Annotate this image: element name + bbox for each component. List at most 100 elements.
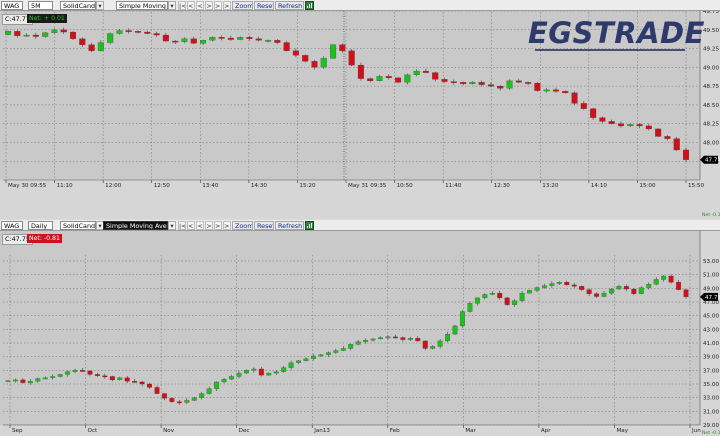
chevron-down-icon[interactable]: ▾ [168, 221, 176, 230]
candle-body [682, 149, 690, 160]
candle-body [392, 336, 398, 339]
symbol-field[interactable]: WAG [1, 221, 23, 230]
nav-back-button[interactable]: < [196, 221, 204, 230]
zoom-button[interactable]: Zoom [232, 221, 253, 230]
candle-body [23, 34, 30, 37]
candle-body [497, 85, 504, 89]
candle-body [452, 325, 458, 335]
candle-body [132, 381, 138, 383]
nav-last-button[interactable]: >| [223, 221, 231, 230]
nav-first-button[interactable]: |< [178, 1, 186, 10]
chart-type-select[interactable]: SolidCandle [60, 1, 96, 10]
nav-back-fast-button[interactable]: << [187, 1, 195, 10]
candle-body [311, 355, 316, 359]
candle-body [676, 282, 681, 290]
reset-button[interactable]: Reset [254, 221, 274, 230]
x-tick-label: 11:10 [57, 183, 74, 189]
candle-body [415, 338, 421, 342]
x-tick-label: Jun [691, 428, 701, 434]
y-tick-label: 49.75 [703, 11, 719, 15]
candle-body [288, 362, 294, 368]
nav-forward-fast-button[interactable]: >> [214, 1, 222, 10]
x-tick-label: 15:00 [639, 183, 656, 189]
candle-body [14, 31, 21, 36]
y-tick-label: 53.00 [703, 259, 719, 265]
indicator-select[interactable]: Simple Moving Average [103, 221, 168, 230]
candle-body [107, 33, 114, 43]
candle-body [80, 370, 85, 372]
chart-settings-icon[interactable] [305, 221, 314, 230]
x-tick-label: 14:10 [591, 183, 608, 189]
candle-body [4, 31, 12, 35]
candle-body [5, 380, 11, 382]
candle-body [422, 70, 429, 73]
nav-forward-button[interactable]: > [205, 221, 213, 230]
chart-type-select[interactable]: SolidCandle [60, 221, 96, 230]
candle-body [320, 58, 327, 68]
candle-body [109, 376, 115, 381]
interval-field[interactable]: Daily [28, 221, 53, 230]
candle-body [266, 372, 272, 376]
candle-body [534, 287, 540, 291]
refresh-button[interactable]: Refresh [275, 221, 304, 230]
intraday-chart-pane: WAG 5M SolidCandle ▾ Simple Moving Avera… [0, 0, 720, 218]
candle-body [608, 121, 615, 124]
x-tick-label: Oct [88, 428, 98, 434]
y-tick-label: 39.00 [703, 355, 719, 361]
candle-body [668, 275, 674, 283]
indicator-select[interactable]: Simple Moving Average [116, 1, 168, 10]
refresh-button[interactable]: Refresh [275, 1, 304, 10]
candle-body [176, 401, 182, 404]
candle-body [88, 44, 95, 51]
y-tick-label: 48.25 [703, 122, 719, 128]
nav-last-button[interactable]: >| [223, 1, 231, 10]
candle-body [139, 381, 145, 385]
daily-plot-area[interactable]: 53.00 51.00 49.00 47.00 45.00 43.00 41.00 39.00… [0, 231, 720, 436]
candle-body [251, 368, 257, 371]
x-tick-label: Nov [163, 428, 175, 434]
candle-body [543, 89, 550, 92]
candle-body [525, 82, 532, 84]
candle-body [395, 77, 402, 83]
nav-forward-fast-button[interactable]: >> [214, 221, 222, 230]
candle-body [283, 42, 290, 51]
candle-body [339, 44, 346, 51]
candle-body [303, 358, 309, 361]
candle-body [116, 30, 123, 34]
candle-body [258, 368, 264, 376]
candle-body [340, 348, 346, 351]
reset-button[interactable]: Reset [254, 1, 274, 10]
candle-body [497, 292, 503, 299]
candle-body [601, 292, 607, 297]
candle-body [506, 80, 513, 89]
candle-body [460, 311, 465, 327]
chevron-down-icon[interactable]: ▾ [96, 1, 104, 10]
candle-body [515, 80, 522, 83]
y-tick-label: 48.75 [703, 84, 719, 90]
zoom-button[interactable]: Zoom [232, 1, 253, 10]
candle-body [355, 341, 361, 345]
candle-body [214, 381, 220, 389]
chevron-down-icon[interactable]: ▾ [168, 1, 176, 10]
candle-body [579, 286, 585, 290]
candle-body [57, 374, 63, 377]
nav-back-fast-button[interactable]: << [187, 221, 195, 230]
nav-back-button[interactable]: < [196, 1, 204, 10]
interval-field[interactable]: 5M [28, 1, 53, 10]
candle-body [407, 338, 413, 340]
candle-body [673, 138, 680, 151]
candle-body [97, 42, 104, 51]
symbol-field[interactable]: WAG [1, 1, 23, 10]
candle-body [441, 79, 448, 82]
y-tick-label: 51.00 [703, 273, 719, 279]
y-tick-label: 29.00 [703, 423, 719, 429]
candle-body [191, 397, 197, 401]
x-tick-label: May [616, 428, 628, 434]
candle-body [265, 40, 272, 42]
nav-first-button[interactable]: |< [178, 221, 186, 230]
chart-settings-icon[interactable] [305, 1, 314, 10]
candle-body [227, 37, 234, 40]
candle-body [534, 82, 541, 91]
nav-forward-button[interactable]: > [205, 1, 213, 10]
candle-body [478, 82, 485, 85]
